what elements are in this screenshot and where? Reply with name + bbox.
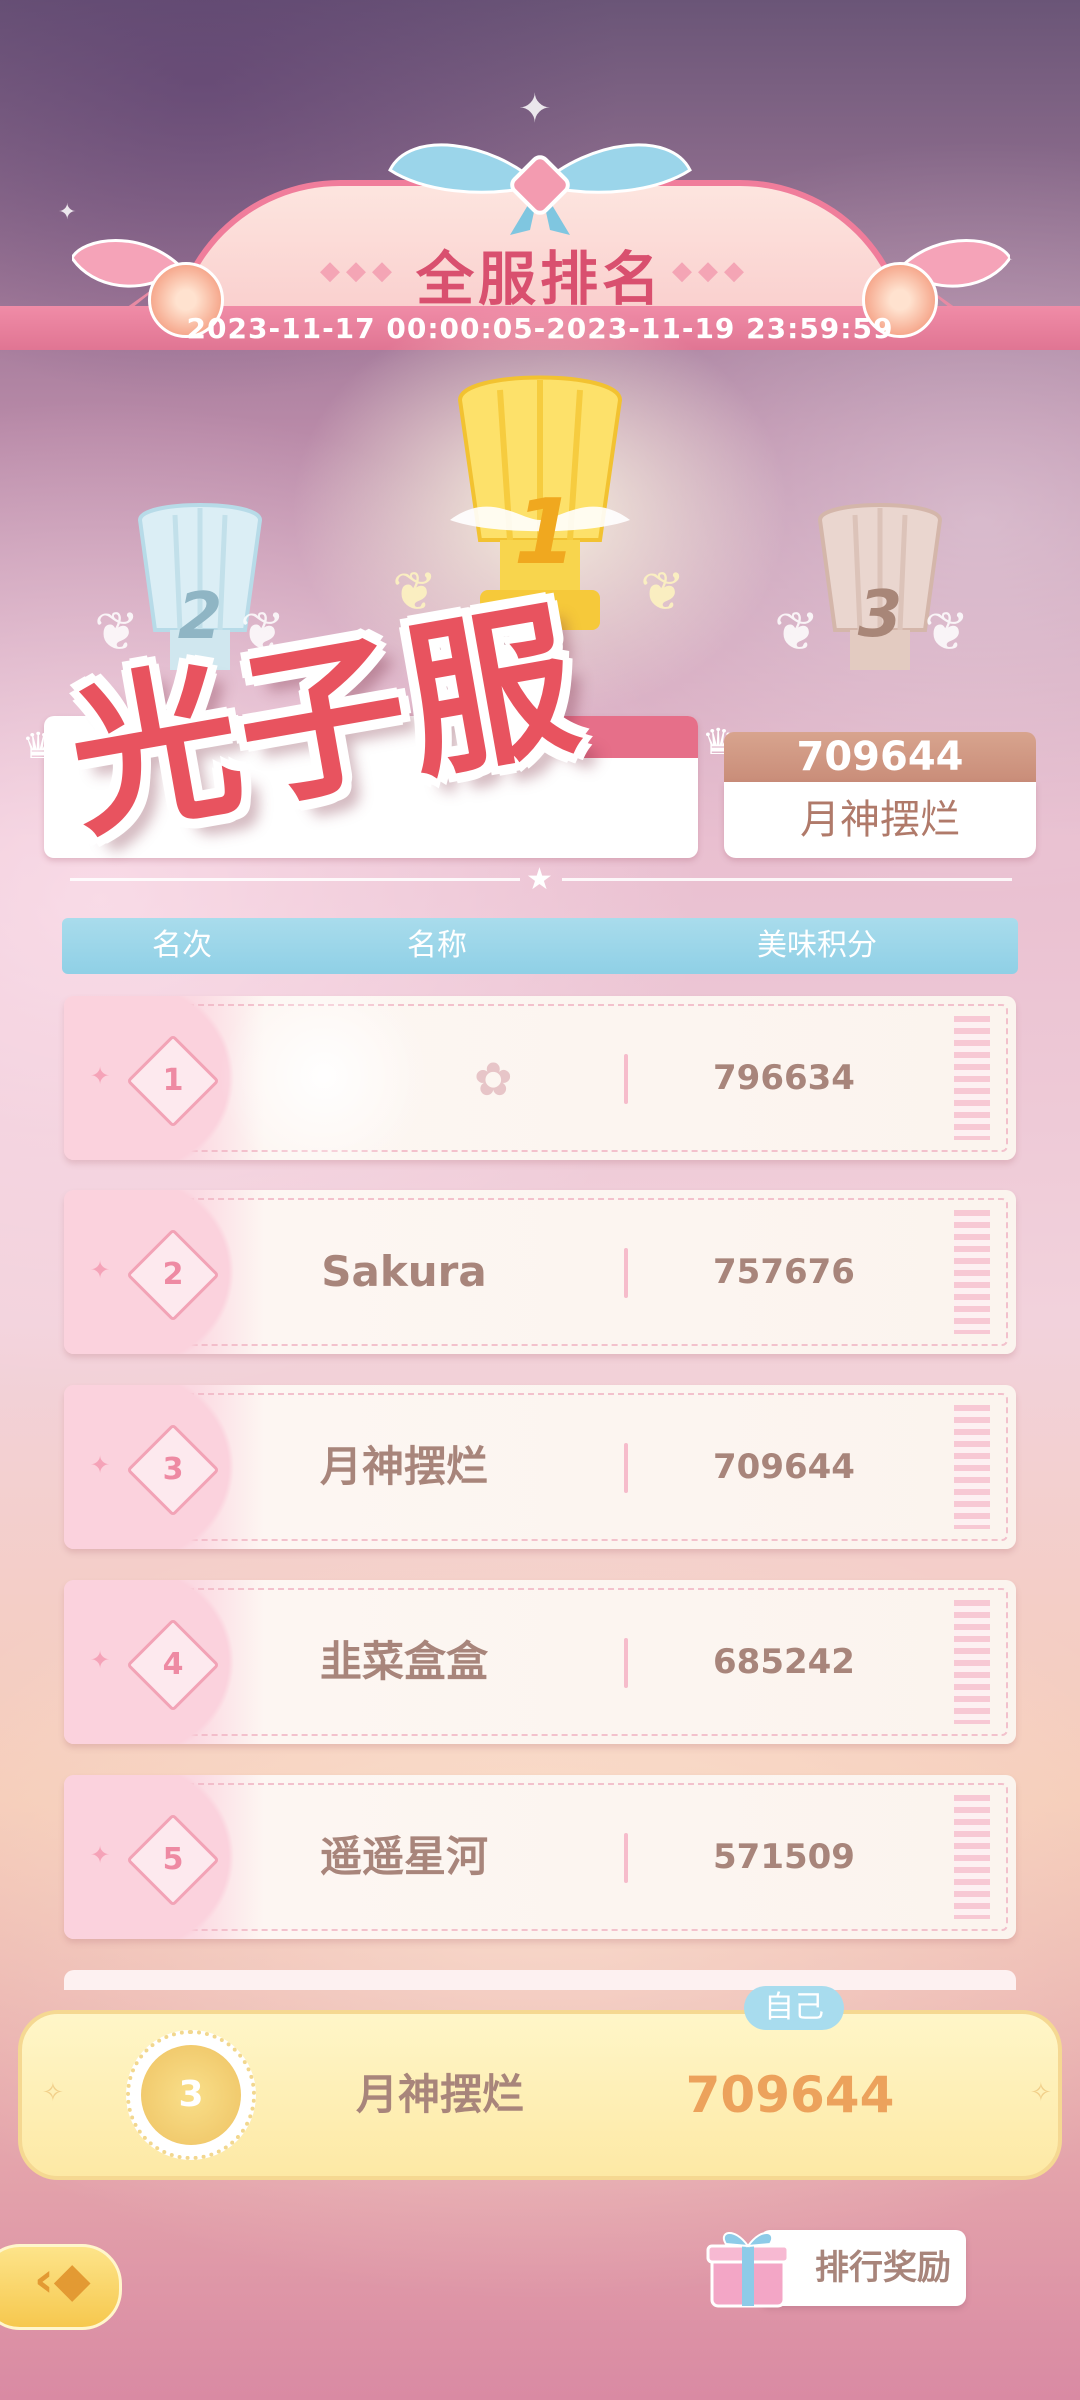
row-player-name: 遥遥星河 bbox=[319, 1832, 488, 1881]
row-dot-icon: ✦ bbox=[90, 1646, 111, 1674]
crown-icon: ♛ bbox=[22, 726, 55, 767]
podium-divider-right bbox=[562, 878, 1012, 881]
third-place-score: 709644 bbox=[724, 732, 1036, 782]
self-name: 月神摆烂 bbox=[355, 2070, 524, 2119]
row-rank: 2 bbox=[162, 1257, 184, 1292]
column-rank: 名次 bbox=[152, 928, 212, 963]
back-arrow-icon[interactable]: ‹◆ bbox=[34, 2252, 91, 2308]
row-rank: 1 bbox=[162, 1063, 184, 1098]
row-rank: 4 bbox=[162, 1647, 184, 1682]
ranking-table-header: 名次 名称 美味积分 bbox=[62, 918, 1018, 974]
table-row-partial bbox=[64, 1970, 1016, 1990]
row-dot-icon: ✦ bbox=[90, 1451, 111, 1479]
laurel-icon: ❦ bbox=[774, 600, 820, 663]
row-score: 757676 bbox=[713, 1252, 855, 1292]
table-row[interactable]: ✦ 2 Sakura 757676 bbox=[64, 1190, 1016, 1354]
top-star-icon: ✦ bbox=[518, 86, 552, 132]
center-bow-decoration bbox=[388, 143, 692, 235]
row-score: 709644 bbox=[713, 1447, 855, 1487]
sparkle-icon: ✧ bbox=[42, 2078, 64, 2108]
row-stripe-decoration bbox=[954, 1600, 990, 1724]
column-name: 名称 bbox=[407, 928, 467, 963]
sparkle-icon: ✧ bbox=[1030, 2078, 1052, 2108]
row-dot-icon: ✦ bbox=[90, 1256, 111, 1284]
table-row[interactable]: ✦ 1 ✿ 796634 bbox=[64, 996, 1016, 1160]
table-row[interactable]: ✦ 4 韭菜盒盒 685242 bbox=[64, 1580, 1016, 1744]
laurel-icon: ❦ bbox=[924, 600, 970, 663]
laurel-icon: ❦ bbox=[640, 560, 686, 623]
self-badge: 自己 bbox=[744, 1986, 844, 2030]
row-score: 685242 bbox=[713, 1642, 855, 1682]
column-score: 美味积分 bbox=[757, 928, 877, 963]
row-rank: 5 bbox=[162, 1842, 184, 1877]
podium-divider-left bbox=[70, 878, 520, 881]
self-score: 709644 bbox=[685, 2066, 895, 2124]
gift-box-icon[interactable] bbox=[704, 2222, 792, 2312]
row-dot-icon: ✦ bbox=[90, 1062, 111, 1090]
row-score: 796634 bbox=[713, 1058, 855, 1098]
sparkle-icon: ✦ bbox=[58, 200, 77, 225]
row-stripe-decoration bbox=[954, 1405, 990, 1529]
row-player-name: 月神摆烂 bbox=[319, 1442, 488, 1491]
row-stripe-decoration bbox=[954, 1795, 990, 1919]
row-rank: 3 bbox=[162, 1452, 184, 1487]
ranking-reward-label[interactable]: 排行奖励 bbox=[800, 2230, 966, 2306]
row-dot-icon: ✦ bbox=[90, 1841, 111, 1869]
row-score: 571509 bbox=[713, 1837, 855, 1877]
row-player-name: Sakura bbox=[321, 1247, 487, 1296]
self-rank: 3 bbox=[141, 2045, 241, 2145]
table-row[interactable]: ✦ 3 月神摆烂 709644 bbox=[64, 1385, 1016, 1549]
row-stripe-decoration bbox=[954, 1016, 990, 1140]
third-place-rank-label: 3 bbox=[857, 578, 903, 652]
row-player-name: 韭菜盒盒 bbox=[319, 1637, 488, 1686]
table-row[interactable]: ✦ 5 遥遥星河 571509 bbox=[64, 1775, 1016, 1939]
flower-icon: ✿ bbox=[474, 1052, 513, 1106]
third-place-name: 月神摆烂 bbox=[724, 782, 1036, 858]
divider-star-icon: ★ bbox=[526, 862, 553, 897]
row-stripe-decoration bbox=[954, 1210, 990, 1334]
